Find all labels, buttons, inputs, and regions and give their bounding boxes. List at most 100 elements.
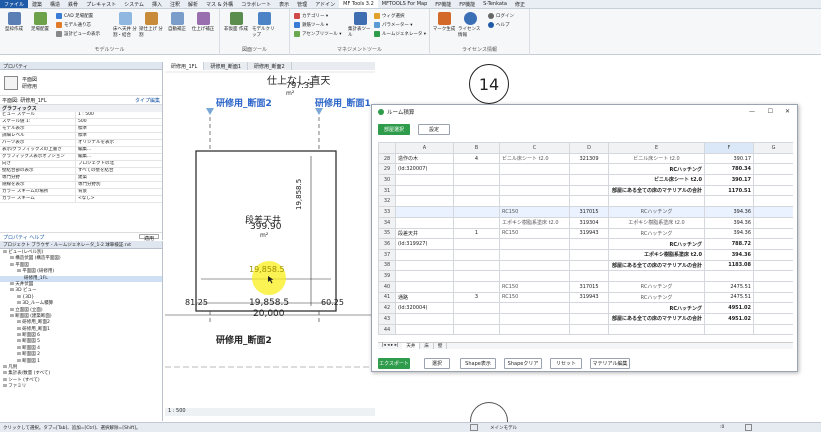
table-cell[interactable]: RC150 xyxy=(499,280,570,293)
tab-view-section2[interactable]: 研修用_断面2 xyxy=(248,62,292,70)
table-cell[interactable] xyxy=(395,248,454,261)
table-cell[interactable] xyxy=(499,163,570,176)
table-cell[interactable]: 319943 xyxy=(569,227,609,240)
column-header[interactable]: F xyxy=(704,142,754,154)
table-cell[interactable] xyxy=(453,270,500,282)
table-cell[interactable] xyxy=(499,302,570,314)
table-cell[interactable] xyxy=(395,270,454,282)
non-mask-button[interactable]: 非仮面 作成 xyxy=(224,12,248,32)
row-number[interactable]: 30 xyxy=(378,174,396,186)
table-cell[interactable] xyxy=(569,302,609,314)
sheet-tab-floor[interactable]: 床 xyxy=(420,343,434,349)
table-cell[interactable] xyxy=(753,270,793,282)
edit-type-button[interactable]: タイプ編集 xyxy=(135,97,160,104)
table-row[interactable]: 31 部屋にある全ての床のマテリアルの合計 1170.51 xyxy=(378,184,793,197)
table-cell[interactable] xyxy=(395,195,454,208)
view-scale-label[interactable]: 1 : 500 xyxy=(168,408,186,414)
table-cell[interactable] xyxy=(753,248,793,261)
table-cell[interactable] xyxy=(608,323,705,336)
property-row[interactable]: 向き プロジェクトの北 xyxy=(0,161,162,168)
section-label-bottom[interactable]: 研修用_断面2 xyxy=(216,333,272,346)
ribbon-tab[interactable]: プレキャスト xyxy=(82,0,120,8)
table-row[interactable]: 36 (Id:319927) RCハッチング 788.72 xyxy=(378,238,793,250)
table-cell[interactable] xyxy=(753,291,793,304)
table-cell[interactable]: 部屋にある全ての床のマテリアルの合計 xyxy=(608,259,705,272)
table-cell[interactable]: 1170.51 xyxy=(704,184,754,197)
help-button[interactable]: ヘルプ xyxy=(488,22,510,28)
table-cell[interactable]: 394.36 xyxy=(704,206,754,218)
ribbon-tab[interactable]: 注釈 xyxy=(166,0,184,8)
table-cell[interactable]: 4951.02 xyxy=(704,313,754,325)
ribbon-tab[interactable]: ファイル xyxy=(0,0,29,8)
ribbon-tab[interactable]: システム xyxy=(120,0,148,8)
table-cell[interactable]: 390.17 xyxy=(704,152,754,165)
row-number[interactable]: 31 xyxy=(378,184,396,197)
property-row[interactable]: ビュー スケール 1 : 500 xyxy=(0,112,162,119)
table-cell[interactable]: 2475.51 xyxy=(704,280,754,293)
table-cell[interactable] xyxy=(753,302,793,314)
property-row[interactable]: 専門分野 建築 xyxy=(0,175,162,182)
table-cell[interactable]: エポキシ樹脂系塗床 t2.0 xyxy=(608,216,705,229)
property-value[interactable]: 500 xyxy=(75,119,162,125)
ribbon-tab[interactable]: コラボレート xyxy=(237,0,275,8)
property-value[interactable]: 1 : 500 xyxy=(75,112,162,118)
table-cell[interactable]: 394.36 xyxy=(704,227,754,240)
table-cell[interactable] xyxy=(569,174,609,186)
parameter-dropdown[interactable]: パラメーター ▾ xyxy=(374,22,413,28)
ribbon-tab[interactable]: MF Tools 3.2 xyxy=(339,0,378,8)
table-cell[interactable] xyxy=(753,227,793,240)
login-button[interactable]: ログイン xyxy=(488,13,514,19)
grid-bubble[interactable]: 14 xyxy=(469,64,509,104)
quantity-grid[interactable]: A B C D E F G 28 造作の木 4 ビニル床シート t2.0 321309 ビ… xyxy=(378,142,793,342)
table-row[interactable]: 38 部屋にある全ての床のマテリアルの合計 1183.08 xyxy=(378,259,793,272)
table-cell[interactable] xyxy=(569,238,609,250)
table-cell[interactable] xyxy=(499,270,570,282)
tab-view-section1[interactable]: 研修用_断面1 xyxy=(204,62,249,70)
table-cell[interactable] xyxy=(753,323,793,336)
table-cell[interactable]: 317015 xyxy=(569,280,609,293)
row-number[interactable]: 43 xyxy=(378,313,396,325)
row-number[interactable]: 35 xyxy=(378,227,396,240)
table-cell[interactable] xyxy=(499,313,570,325)
row-number[interactable]: 29 xyxy=(378,163,396,176)
property-row[interactable]: 表示/グラフィックスの上書き 編集... xyxy=(0,147,162,154)
ribbon-tab[interactable]: 修正 xyxy=(511,0,529,8)
table-cell[interactable]: 部屋にある全ての床のマテリアルの合計 xyxy=(608,313,705,325)
table-cell[interactable] xyxy=(753,206,793,218)
table-cell[interactable]: 4 xyxy=(453,152,500,165)
table-cell[interactable] xyxy=(499,238,570,250)
table-cell[interactable] xyxy=(499,248,570,261)
table-cell[interactable] xyxy=(453,174,500,186)
column-header[interactable]: C xyxy=(499,142,570,154)
property-value[interactable]: 編集... xyxy=(75,154,162,160)
close-icon[interactable]: ✕ xyxy=(785,108,790,115)
row-number[interactable]: 38 xyxy=(378,259,396,272)
finish-correct-button[interactable]: 仕上げ補正 xyxy=(191,12,215,32)
table-cell[interactable] xyxy=(395,174,454,186)
ribbon-tab[interactable]: 解析 xyxy=(184,0,202,8)
ribbon-tab[interactable]: FP機能 xyxy=(431,0,455,8)
table-cell[interactable] xyxy=(395,323,454,336)
row-number[interactable]: 37 xyxy=(378,248,396,261)
table-row[interactable]: 40 RC150 317015 RCハッチング 2475.51 xyxy=(378,280,793,293)
room-select-button[interactable]: 部屋選択 xyxy=(378,124,410,135)
table-cell[interactable] xyxy=(395,216,454,229)
table-cell[interactable]: 段差天井 xyxy=(395,227,454,240)
table-row[interactable]: 35 段差天井 1 RC150 319943 RCハッチング 394.36 xyxy=(378,227,793,240)
property-value[interactable]: 標準 xyxy=(75,126,162,132)
table-cell[interactable]: 4951.02 xyxy=(704,302,754,314)
table-cell[interactable] xyxy=(569,163,609,176)
room-generator-dropdown[interactable]: ルームジェネレータ ▾ xyxy=(374,31,426,37)
ribbon-tab[interactable]: 建築 xyxy=(28,0,46,8)
property-row[interactable]: スケール値 1: 500 xyxy=(0,119,162,126)
workset-icon[interactable] xyxy=(470,424,478,431)
table-cell[interactable]: 394.36 xyxy=(704,248,754,261)
ribbon-tab[interactable]: 管理 xyxy=(293,0,311,8)
table-cell[interactable] xyxy=(499,174,570,186)
table-cell[interactable] xyxy=(499,184,570,197)
quick-select-button[interactable]: ウィグ選択 xyxy=(374,13,405,19)
ribbon-tab[interactable]: MFTOOLS For Map xyxy=(378,0,432,8)
property-value[interactable]: 編集... xyxy=(75,147,162,153)
property-row[interactable]: 詳細レベル 標準 xyxy=(0,133,162,140)
property-value[interactable]: 背景 xyxy=(75,189,162,195)
